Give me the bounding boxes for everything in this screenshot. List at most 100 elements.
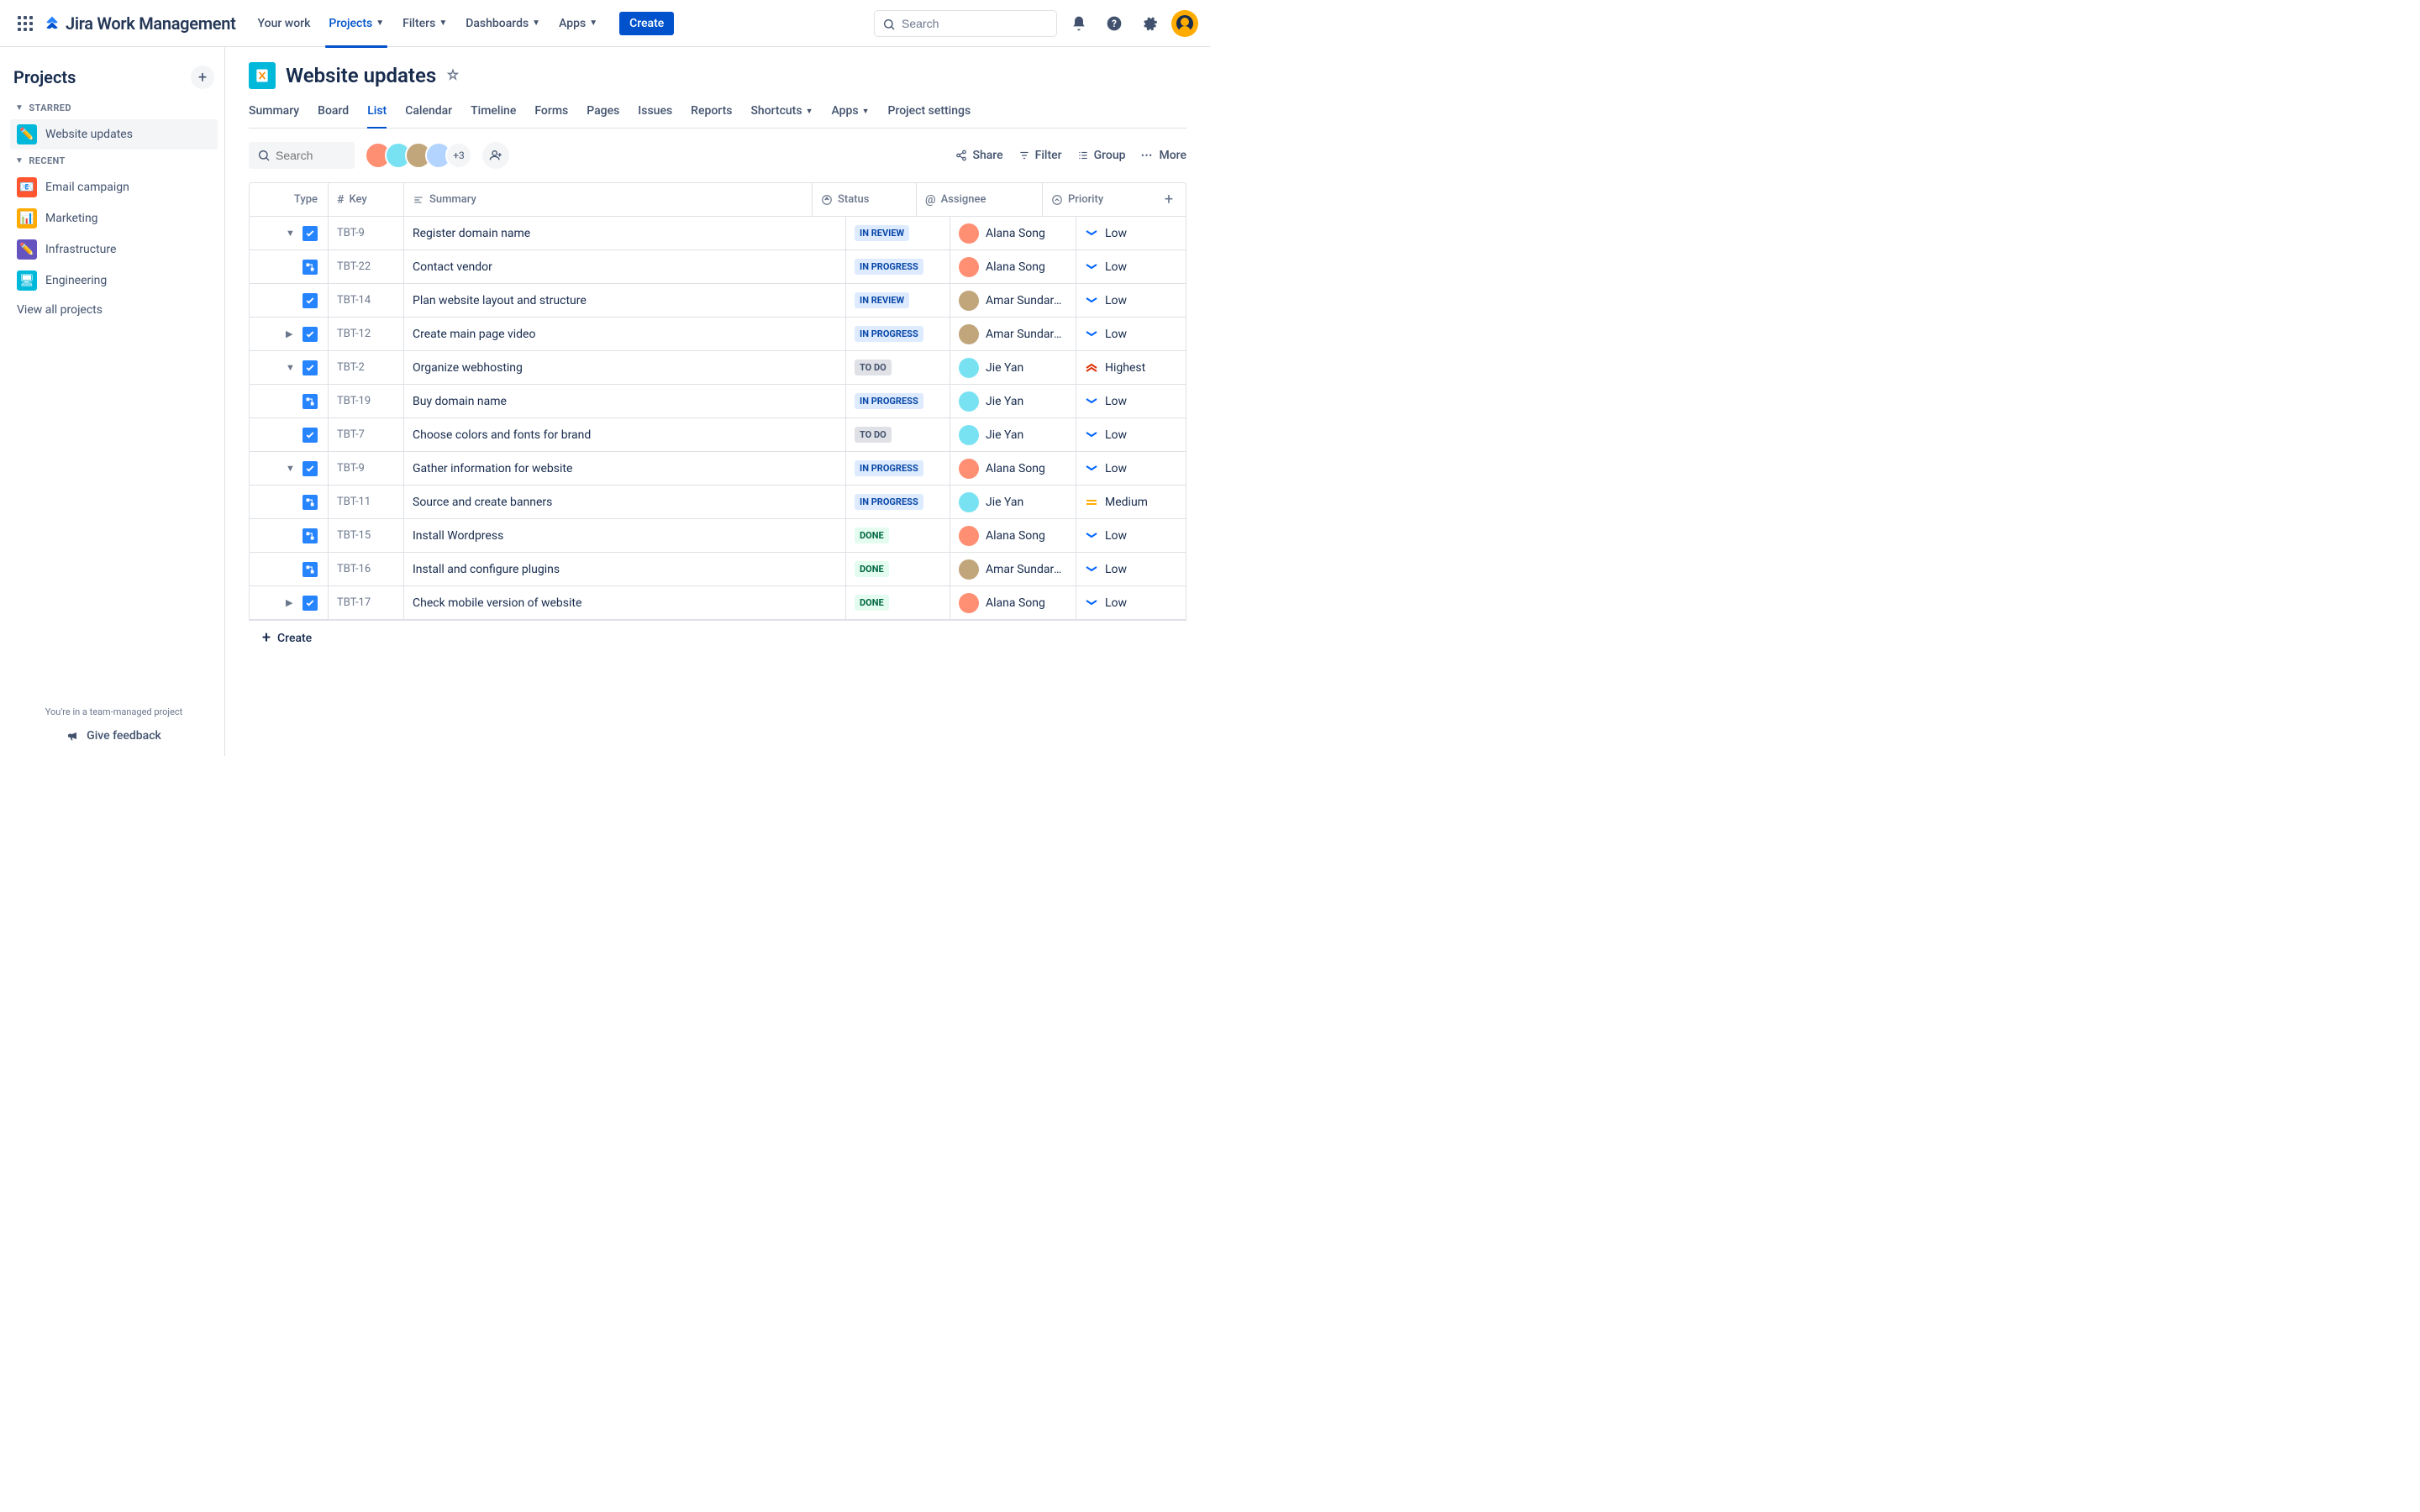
tab-reports[interactable]: Reports	[691, 97, 732, 128]
share-button[interactable]: Share	[955, 149, 1002, 162]
status-badge[interactable]: IN REVIEW	[855, 225, 909, 241]
issue-key[interactable]: TBT-7	[337, 428, 365, 441]
tab-apps[interactable]: Apps▼	[831, 97, 869, 128]
assignee-avatar[interactable]	[959, 425, 979, 445]
issue-key[interactable]: TBT-11	[337, 496, 371, 508]
expand-caret-icon[interactable]: ▼	[286, 362, 297, 373]
help-icon[interactable]: ?	[1101, 10, 1128, 37]
nav-item-projects[interactable]: Projects▼	[322, 13, 391, 34]
table-row[interactable]: TBT-16 Install and configure plugins DON…	[250, 553, 1186, 586]
assignee-avatar[interactable]	[959, 593, 979, 613]
status-badge[interactable]: DONE	[855, 595, 889, 611]
add-project-button[interactable]: +	[191, 66, 214, 89]
issue-summary[interactable]: Create main page video	[413, 328, 535, 341]
tab-calendar[interactable]: Calendar	[405, 97, 452, 128]
tab-forms[interactable]: Forms	[534, 97, 568, 128]
status-badge[interactable]: DONE	[855, 561, 889, 577]
issue-summary[interactable]: Organize webhosting	[413, 361, 523, 375]
issue-key[interactable]: TBT-22	[337, 260, 371, 273]
table-row[interactable]: TBT-15 Install Wordpress DONE Alana Song…	[250, 519, 1186, 553]
product-logo[interactable]: Jira Work Management	[44, 13, 236, 34]
table-row[interactable]: TBT-14 Plan website layout and structure…	[250, 284, 1186, 318]
status-badge[interactable]: IN PROGRESS	[855, 259, 923, 275]
status-badge[interactable]: DONE	[855, 528, 889, 543]
issue-summary[interactable]: Check mobile version of website	[413, 596, 581, 610]
assignee-avatar[interactable]	[959, 324, 979, 344]
expand-caret-icon[interactable]: ▶	[286, 328, 297, 339]
status-badge[interactable]: IN PROGRESS	[855, 393, 923, 409]
issue-summary[interactable]: Source and create banners	[413, 496, 552, 509]
tab-issues[interactable]: Issues	[638, 97, 672, 128]
create-issue-row[interactable]: + Create	[249, 621, 1186, 655]
tab-list[interactable]: List	[367, 97, 387, 128]
more-button[interactable]: ⋯ More	[1140, 149, 1186, 162]
tab-pages[interactable]: Pages	[587, 97, 619, 128]
sidebar-item-infrastructure[interactable]: ✏️Infrastructure	[10, 234, 218, 265]
issue-summary[interactable]: Register domain name	[413, 227, 530, 240]
sidebar-item-email-campaign[interactable]: 📧Email campaign	[10, 172, 218, 202]
issue-key[interactable]: TBT-17	[337, 596, 371, 609]
global-search-input[interactable]	[874, 10, 1057, 37]
issue-summary[interactable]: Choose colors and fonts for brand	[413, 428, 591, 442]
issue-key[interactable]: TBT-2	[337, 361, 365, 374]
table-row[interactable]: TBT-19 Buy domain name IN PROGRESS Jie Y…	[250, 385, 1186, 418]
assignee-avatar[interactable]	[959, 391, 979, 412]
give-feedback-button[interactable]: Give feedback	[17, 729, 211, 743]
table-row[interactable]: TBT-11 Source and create banners IN PROG…	[250, 486, 1186, 519]
filter-button[interactable]: Filter	[1018, 149, 1062, 162]
app-switcher-icon[interactable]	[12, 10, 39, 37]
assignee-avatar[interactable]	[959, 526, 979, 546]
nav-item-your-work[interactable]: Your work	[251, 13, 318, 34]
th-assignee[interactable]: @Assignee	[925, 193, 986, 207]
sidebar-section-starred[interactable]: ▼STARRED	[10, 97, 218, 118]
automation-icon[interactable]	[446, 69, 460, 82]
table-row[interactable]: ▼ TBT-2 Organize webhosting TO DO Jie Ya…	[250, 351, 1186, 385]
expand-caret-icon[interactable]: ▼	[286, 463, 297, 474]
status-badge[interactable]: IN PROGRESS	[855, 494, 923, 510]
th-priority[interactable]: Priority	[1051, 193, 1103, 206]
table-row[interactable]: TBT-22 Contact vendor IN PROGRESS Alana …	[250, 250, 1186, 284]
status-badge[interactable]: TO DO	[855, 360, 892, 375]
issue-key[interactable]: TBT-9	[337, 462, 365, 475]
assignee-avatar[interactable]	[959, 291, 979, 311]
tab-board[interactable]: Board	[318, 97, 349, 128]
th-status[interactable]: Status	[821, 193, 869, 206]
th-summary[interactable]: Summary	[413, 193, 476, 206]
nav-item-dashboards[interactable]: Dashboards▼	[459, 13, 547, 34]
expand-caret-icon[interactable]: ▶	[286, 597, 297, 608]
th-key[interactable]: #Key	[337, 193, 367, 207]
issue-summary[interactable]: Plan website layout and structure	[413, 294, 587, 307]
sidebar-item-website-updates[interactable]: ✏️Website updates	[10, 119, 218, 150]
issue-key[interactable]: TBT-16	[337, 563, 371, 575]
issue-key[interactable]: TBT-9	[337, 227, 365, 239]
sidebar-item-engineering[interactable]: 🖥Engineering	[10, 265, 218, 296]
issue-summary[interactable]: Install and configure plugins	[413, 563, 560, 576]
add-member-button[interactable]	[482, 142, 509, 169]
tab-project-settings[interactable]: Project settings	[888, 97, 971, 128]
issue-summary[interactable]: Contact vendor	[413, 260, 492, 274]
view-all-projects-link[interactable]: View all projects	[10, 297, 218, 323]
status-badge[interactable]: IN PROGRESS	[855, 460, 923, 476]
assignee-avatar[interactable]	[959, 223, 979, 244]
tab-timeline[interactable]: Timeline	[471, 97, 516, 128]
issue-summary[interactable]: Buy domain name	[413, 395, 507, 408]
assignee-avatar[interactable]	[959, 492, 979, 512]
status-badge[interactable]: IN REVIEW	[855, 292, 909, 308]
issue-key[interactable]: TBT-12	[337, 328, 371, 340]
table-row[interactable]: TBT-7 Choose colors and fonts for brand …	[250, 418, 1186, 452]
assignee-avatar[interactable]	[959, 559, 979, 580]
table-row[interactable]: ▼ TBT-9 Register domain name IN REVIEW A…	[250, 217, 1186, 250]
notifications-icon[interactable]	[1065, 10, 1092, 37]
assignee-avatar[interactable]	[959, 257, 979, 277]
tab-summary[interactable]: Summary	[249, 97, 299, 128]
issue-key[interactable]: TBT-19	[337, 395, 371, 407]
status-badge[interactable]: TO DO	[855, 427, 892, 443]
sidebar-item-marketing[interactable]: 📊Marketing	[10, 203, 218, 234]
add-column-button[interactable]: +	[1152, 183, 1186, 216]
more-members-button[interactable]: +3	[445, 142, 472, 169]
assignee-avatar[interactable]	[959, 459, 979, 479]
group-button[interactable]: Group	[1077, 149, 1126, 162]
expand-caret-icon[interactable]: ▼	[286, 228, 297, 239]
nav-item-filters[interactable]: Filters▼	[396, 13, 454, 34]
user-avatar[interactable]	[1171, 10, 1198, 37]
